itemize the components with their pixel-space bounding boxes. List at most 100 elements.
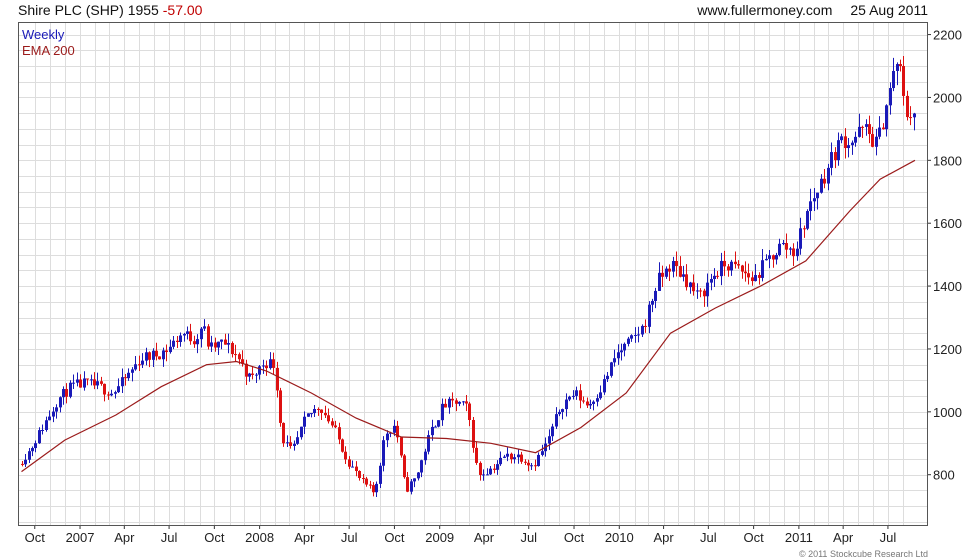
y-axis-tick-label: 2000 xyxy=(933,90,962,105)
y-axis-tick-label: 1200 xyxy=(933,342,962,357)
candle-body xyxy=(141,360,144,365)
candle-body xyxy=(117,386,120,393)
candle-body xyxy=(24,459,27,465)
candle-body xyxy=(816,192,819,199)
candle-body xyxy=(754,275,757,282)
candle-body xyxy=(358,471,361,479)
candle-body xyxy=(858,126,861,137)
candle-body xyxy=(679,266,682,277)
candle-body xyxy=(148,352,151,360)
candle-body xyxy=(38,430,41,444)
candle-body xyxy=(716,275,719,277)
candle-body xyxy=(865,124,868,127)
candle-body xyxy=(675,261,678,267)
candle-body xyxy=(513,457,516,460)
candle-body xyxy=(307,413,310,417)
candle-body xyxy=(837,140,840,161)
candle-body xyxy=(765,258,768,261)
candle-body xyxy=(121,377,124,387)
candle-body xyxy=(830,152,833,168)
candle-body xyxy=(548,436,551,444)
candle-body xyxy=(871,134,874,147)
candle-body xyxy=(741,265,744,272)
candle-body xyxy=(83,378,86,388)
candle-body xyxy=(155,350,158,357)
candle-body xyxy=(338,427,341,440)
candle-body xyxy=(300,426,303,438)
candle-body xyxy=(889,88,892,106)
candle-body xyxy=(165,350,168,353)
candle-body xyxy=(286,442,289,444)
candle-body xyxy=(220,339,223,342)
candle-body xyxy=(489,468,492,475)
y-axis-tick-label: 1600 xyxy=(933,216,962,231)
candle-body xyxy=(465,401,468,404)
candle-body xyxy=(875,136,878,147)
legend-weekly: Weekly xyxy=(22,27,65,42)
candle-body xyxy=(661,272,664,277)
candle-body xyxy=(599,392,602,399)
y-axis-tick-label: 1400 xyxy=(933,279,962,294)
x-axis-tick-label: Oct xyxy=(564,530,585,545)
candle-body xyxy=(468,403,471,420)
candle-body xyxy=(28,451,31,460)
x-axis-tick-label: 2007 xyxy=(66,530,95,545)
candle-body xyxy=(579,390,582,401)
candle-body xyxy=(482,474,485,476)
candle-body xyxy=(582,400,585,402)
candle-body xyxy=(720,260,723,277)
candle-body xyxy=(761,260,764,278)
candle-body xyxy=(506,453,509,457)
candle-body xyxy=(276,367,279,391)
candle-body xyxy=(93,379,96,386)
candle-body xyxy=(909,117,912,119)
candle-body xyxy=(596,398,599,402)
candle-body xyxy=(317,408,320,410)
candle-body xyxy=(410,481,413,492)
candle-body xyxy=(262,365,265,367)
candle-body xyxy=(372,485,375,493)
candle-body xyxy=(892,70,895,89)
x-axis-tick-label: Oct xyxy=(743,530,764,545)
candle-body xyxy=(493,468,496,470)
candle-body xyxy=(486,474,489,476)
candle-body xyxy=(207,326,210,347)
candle-body xyxy=(913,113,916,118)
candle-body xyxy=(76,379,79,383)
candle-body xyxy=(100,381,103,384)
candle-body xyxy=(840,136,843,141)
candle-body xyxy=(479,462,482,475)
candle-body xyxy=(369,484,372,486)
x-axis-tick-label: Jul xyxy=(880,530,897,545)
candle-body xyxy=(672,261,675,272)
x-axis-tick-label: Jul xyxy=(341,530,358,545)
candle-body xyxy=(448,398,451,408)
candle-body xyxy=(820,178,823,193)
candle-body xyxy=(65,389,68,397)
candle-body xyxy=(293,443,296,446)
candle-body xyxy=(899,64,902,67)
candle-body xyxy=(313,408,316,414)
candle-body xyxy=(176,340,179,342)
x-axis-tick-label: Oct xyxy=(204,530,225,545)
candle-body xyxy=(458,401,461,404)
candle-body xyxy=(393,425,396,433)
candle-body xyxy=(520,454,523,462)
candle-body xyxy=(217,341,220,348)
x-axis-tick-label: Apr xyxy=(114,530,135,545)
candle-body xyxy=(403,455,406,478)
candle-body xyxy=(813,198,816,202)
candle-body xyxy=(537,454,540,467)
candle-body xyxy=(31,448,34,452)
candle-body xyxy=(114,392,117,394)
candle-body xyxy=(637,334,640,336)
candle-body xyxy=(630,335,633,339)
candle-body xyxy=(183,333,186,336)
candle-body xyxy=(107,394,110,396)
x-axis-tick-label: Apr xyxy=(833,530,854,545)
candle-body xyxy=(823,178,826,184)
candle-body xyxy=(110,393,113,396)
candle-body xyxy=(413,478,416,482)
candle-body xyxy=(386,433,389,441)
candle-body xyxy=(238,354,241,360)
